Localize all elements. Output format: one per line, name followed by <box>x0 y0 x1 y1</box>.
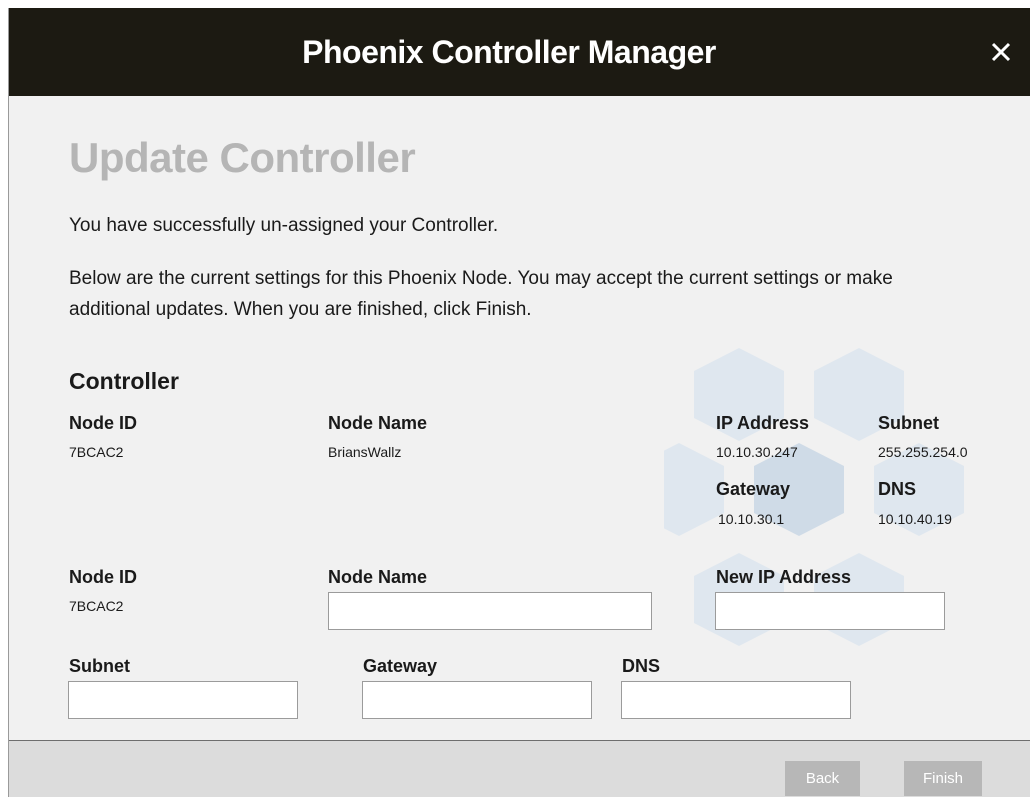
title-bar: Phoenix Controller Manager <box>9 8 1030 96</box>
subnet-label: Subnet <box>69 656 130 676</box>
node-name-input[interactable] <box>328 592 652 630</box>
close-button[interactable] <box>981 32 1021 72</box>
current-subnet-value: 255.255.254.0 <box>878 444 968 460</box>
current-subnet-label: Subnet <box>878 413 939 433</box>
current-dns-label: DNS <box>878 479 917 499</box>
controller-section-title: Controller <box>69 368 179 394</box>
current-node-id-label: Node ID <box>69 413 138 433</box>
node-name-label: Node Name <box>328 567 428 587</box>
page-title: Update Controller <box>69 134 416 181</box>
current-gateway-value: 10.10.30.1 <box>718 511 785 527</box>
gateway-input[interactable] <box>362 681 592 719</box>
new-ip-label: New IP Address <box>716 567 852 587</box>
window-title: Phoenix Controller Manager <box>302 34 716 70</box>
current-dns-value: 10.10.40.19 <box>878 511 952 527</box>
current-gateway-label: Gateway <box>716 479 791 499</box>
form-node-id-label: Node ID <box>69 567 138 587</box>
dialog-footer: Back Finish <box>9 740 1030 797</box>
new-ip-input[interactable] <box>715 592 945 630</box>
dns-input[interactable] <box>621 681 851 719</box>
current-node-name-value: BriansWallz <box>328 444 402 460</box>
current-node-name-label: Node Name <box>328 413 428 433</box>
form-node-id-value: 7BCAC2 <box>69 598 124 614</box>
back-button[interactable]: Back <box>785 761 860 796</box>
current-ip-label: IP Address <box>716 413 810 433</box>
close-icon <box>991 42 1011 62</box>
gateway-label: Gateway <box>363 656 438 676</box>
current-node-id-value: 7BCAC2 <box>69 444 124 460</box>
dialog-window: Phoenix Controller Manager Update Contro… <box>8 8 1030 797</box>
success-message: You have successfully un-assigned your C… <box>69 215 499 236</box>
current-ip-value: 10.10.30.247 <box>716 444 798 460</box>
instructions-message: Below are the current settings for this … <box>69 268 893 320</box>
subnet-input[interactable] <box>68 681 298 719</box>
finish-button[interactable]: Finish <box>904 761 982 796</box>
dns-label: DNS <box>622 656 661 676</box>
